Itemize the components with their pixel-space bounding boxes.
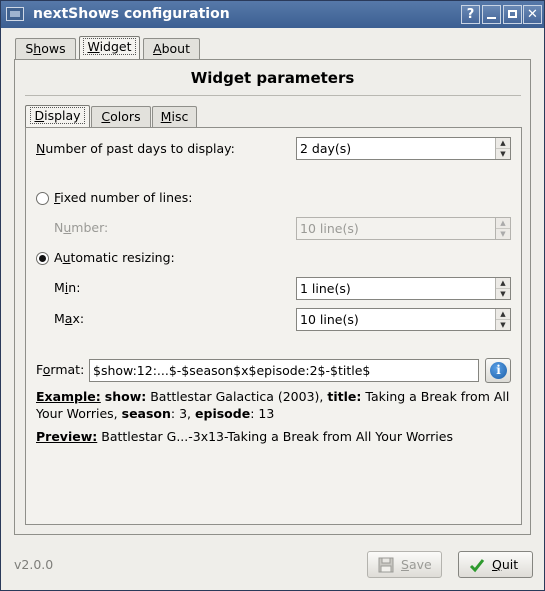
fixed-lines-label[interactable]: Fixed number of lines: [54,190,192,205]
tab-colors-label: Colors [101,109,141,124]
section-title: Widget parameters [190,69,355,87]
format-help-button[interactable]: i [485,358,511,383]
tab-shows[interactable]: Shows [15,38,76,60]
example-text: Example: show: Battlestar Galactica (200… [36,389,510,421]
tab-widget[interactable]: Widget [79,36,140,60]
tab-misc[interactable]: Misc [152,106,197,128]
tab-misc-label: Misc [160,109,189,124]
min-value: 1 line(s) [300,281,351,296]
down-arrow-icon[interactable]: ▼ [496,148,510,158]
down-arrow-icon[interactable]: ▼ [496,228,510,238]
up-arrow-icon[interactable]: ▲ [496,278,510,288]
number-stepper[interactable]: ▲ ▼ [495,218,510,239]
number-spinbox[interactable]: 10 line(s) ▲ ▼ [296,217,511,240]
quit-button[interactable]: Quit [458,551,533,578]
max-spinbox[interactable]: 10 line(s) ▲ ▼ [296,308,511,331]
format-label: Format: [36,362,85,377]
format-input[interactable] [89,359,479,382]
tab-colors[interactable]: Colors [91,106,151,128]
number-label: Number: [54,220,109,235]
up-arrow-icon[interactable]: ▲ [496,138,510,148]
past-days-value: 2 day(s) [300,141,352,156]
save-icon [378,557,394,573]
help-icon[interactable]: ? [461,5,480,24]
app-icon [6,7,24,21]
minimize-icon[interactable] [482,5,501,24]
tab-shows-label: Shows [25,41,66,56]
format-input-field[interactable] [90,360,478,381]
close-icon[interactable]: ✕ [523,5,542,24]
section-divider [25,95,521,96]
past-days-label: Number of past days to display: [36,141,235,156]
tab-display-label: Display [30,107,85,124]
info-icon: i [490,362,507,379]
save-button[interactable]: Save [367,551,442,578]
min-label: Min: [54,280,81,295]
past-days-spinbox[interactable]: 2 day(s) ▲ ▼ [296,137,511,160]
checkmark-icon [469,559,485,573]
number-value: 10 line(s) [300,221,359,236]
min-spinbox[interactable]: 1 line(s) ▲ ▼ [296,277,511,300]
max-stepper[interactable]: ▲ ▼ [495,309,510,330]
up-arrow-icon[interactable]: ▲ [496,309,510,319]
down-arrow-icon[interactable]: ▼ [496,288,510,298]
quit-label: Quit [492,557,519,572]
max-value: 10 line(s) [300,312,359,327]
title-bar[interactable]: nextShows configuration ? ✕ [1,1,544,28]
maximize-icon[interactable] [503,5,522,24]
tab-widget-label: Widget [83,38,136,55]
fixed-lines-radio[interactable] [36,192,49,205]
auto-resize-label[interactable]: Automatic resizing: [54,250,175,265]
window-title: nextShows configuration [33,6,230,22]
save-label: Save [401,557,432,572]
past-days-stepper[interactable]: ▲ ▼ [495,138,510,159]
version-label: v2.0.0 [14,557,54,572]
preview-text: Preview: Battlestar G...-3x13-Taking a B… [36,429,453,444]
down-arrow-icon[interactable]: ▼ [496,319,510,329]
tab-about[interactable]: About [143,38,200,60]
min-stepper[interactable]: ▲ ▼ [495,278,510,299]
max-label: Max: [54,311,85,326]
auto-resize-radio[interactable] [36,252,49,265]
up-arrow-icon[interactable]: ▲ [496,218,510,228]
config-window: nextShows configuration ? ✕ Shows Widget… [0,0,545,591]
tab-about-label: About [153,41,190,56]
tab-display[interactable]: Display [25,105,90,129]
